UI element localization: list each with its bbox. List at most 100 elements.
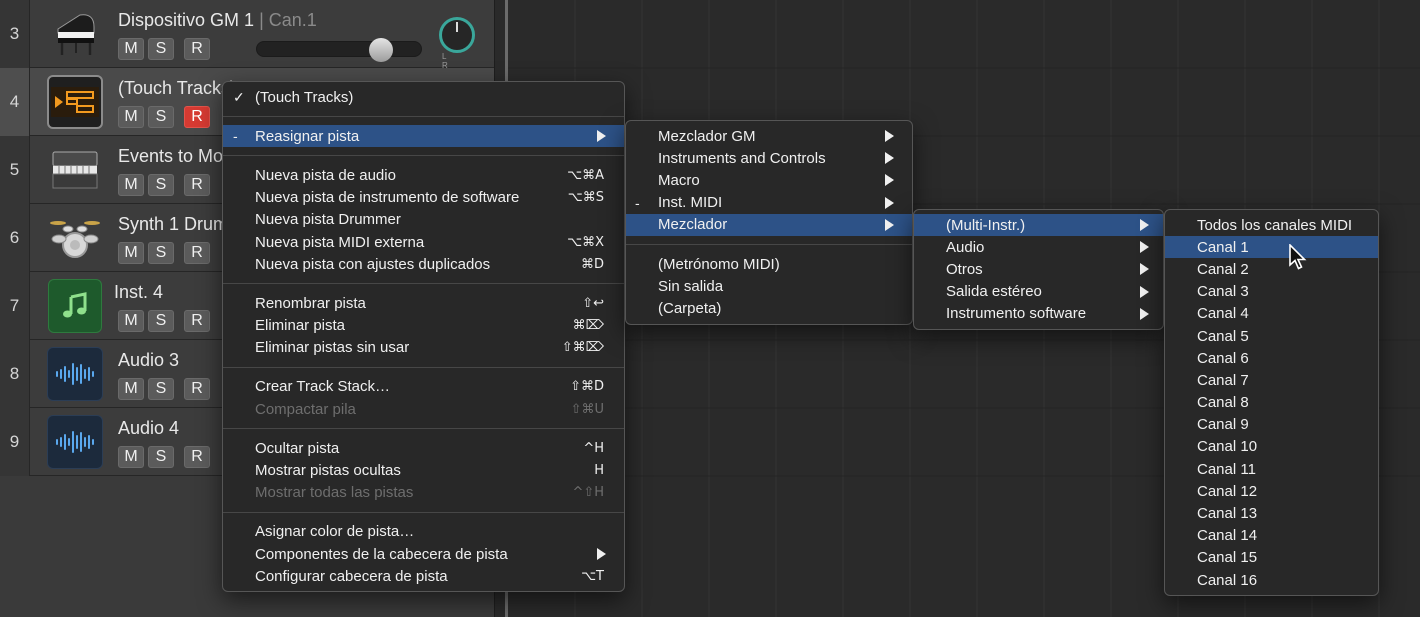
grand-piano-icon [47, 7, 103, 61]
track-name[interactable]: Audio 3 [118, 350, 179, 371]
keyboard-shortcut: ⇧⌘U [570, 401, 604, 417]
context-menu-item[interactable]: Renombrar pista ⇧↩ [223, 292, 624, 314]
reassign-menu-item[interactable]: - Inst. MIDI [626, 192, 912, 214]
context-menu-item[interactable]: Nueva pista MIDI externa ⌥⌘X [223, 231, 624, 253]
solo-button[interactable]: S [148, 38, 174, 60]
channel-menu-item[interactable]: Canal 15 [1165, 547, 1378, 569]
track-number: 8 [0, 340, 30, 408]
track-name[interactable]: Audio 4 [118, 418, 179, 439]
channel-menu-item[interactable]: Canal 12 [1165, 480, 1378, 502]
solo-button[interactable]: S [148, 174, 174, 196]
reassign-track-submenu: Mezclador GM Instruments and Controls Macr… [625, 120, 913, 325]
menu-item-label: Canal 16 [1197, 571, 1258, 589]
solo-button[interactable]: S [148, 446, 174, 468]
channel-menu-item[interactable]: Canal 5 [1165, 325, 1378, 347]
keyboard-shortcut: ⌥⌘X [567, 234, 604, 250]
reassign-menu-item[interactable]: (Metrónomo MIDI) [626, 253, 912, 275]
channel-menu-item[interactable]: Canal 8 [1165, 392, 1378, 414]
channel-menu-item[interactable]: Canal 11 [1165, 458, 1378, 480]
menu-item-label: Crear Track Stack… [255, 378, 391, 396]
touch-tracks-icon [47, 75, 103, 129]
menu-item-label: Canal 2 [1197, 260, 1249, 278]
submenu-arrow-icon [1140, 241, 1149, 254]
menu-item-label: Reasignar pista [255, 127, 360, 145]
record-enable-button[interactable]: R [184, 38, 210, 60]
solo-button[interactable]: S [148, 310, 174, 332]
menu-item-label: Nueva pista de instrumento de software [255, 189, 520, 207]
volume-fader[interactable] [256, 38, 422, 62]
track-name[interactable]: Synth 1 Drum [118, 214, 228, 235]
mute-button[interactable]: M [118, 38, 144, 60]
context-menu-item[interactable]: Eliminar pistas sin usar ⇧⌘⌦ [223, 337, 624, 359]
submenu-arrow-icon [885, 218, 894, 231]
context-menu-item[interactable]: Configurar cabecera de pista ⌥T [223, 565, 624, 587]
menu-item-label: Nueva pista con ajustes duplicados [255, 255, 491, 273]
channel-menu-item[interactable]: Canal 3 [1165, 281, 1378, 303]
record-enable-button[interactable]: R [184, 310, 210, 332]
mute-button[interactable]: M [118, 106, 144, 128]
channel-menu-item[interactable]: Canal 16 [1165, 569, 1378, 591]
channel-menu-item[interactable]: Canal 7 [1165, 369, 1378, 391]
menu-separator [223, 155, 624, 157]
channel-menu-item[interactable]: Canal 2 [1165, 258, 1378, 280]
solo-button[interactable]: S [148, 378, 174, 400]
mouse-pointer-icon [1289, 244, 1307, 270]
channel-menu-item[interactable]: Canal 1 [1165, 236, 1378, 259]
record-enable-button[interactable]: R [184, 378, 210, 400]
reassign-menu-item[interactable]: Mezclador GM [626, 125, 912, 147]
record-enable-button[interactable]: R [184, 174, 210, 196]
mute-button[interactable]: M [118, 174, 144, 196]
track-name[interactable]: Inst. 4 [114, 282, 163, 303]
context-menu-item[interactable]: Mostrar pistas ocultas H [223, 459, 624, 481]
menu-item-label: Compactar pila [255, 400, 356, 418]
mixer-menu-item[interactable]: Instrumento software [914, 303, 1163, 325]
context-menu-item[interactable]: Componentes de la cabecera de pista [223, 543, 624, 565]
context-menu-item[interactable]: ✓ (Touch Tracks) [223, 86, 624, 108]
keyboard-shortcut: ⌘D [580, 256, 604, 272]
pan-knob[interactable] [439, 17, 475, 53]
context-menu-item[interactable]: Eliminar pista ⌘⌦ [223, 315, 624, 337]
context-menu-item[interactable]: - Reasignar pista [223, 125, 624, 148]
channel-menu-item[interactable]: Canal 9 [1165, 414, 1378, 436]
keyboard-shortcut: ^⇧H [572, 485, 604, 501]
reassign-menu-item[interactable]: (Carpeta) [626, 297, 912, 319]
reassign-menu-item[interactable]: Instruments and Controls [626, 147, 912, 169]
channel-menu-item[interactable]: Canal 6 [1165, 347, 1378, 369]
context-menu-item[interactable]: Crear Track Stack… ⇧⌘D [223, 376, 624, 398]
record-enable-button[interactable]: R [184, 106, 210, 128]
solo-button[interactable]: S [148, 242, 174, 264]
record-enable-button[interactable]: R [184, 242, 210, 264]
context-menu-item[interactable]: Nueva pista de instrumento de software ⌥⌘… [223, 187, 624, 209]
context-menu-item[interactable]: Nueva pista de audio ⌥⌘A [223, 164, 624, 186]
track-name[interactable]: Dispositivo GM 1 | Can.1 [118, 10, 317, 31]
reassign-menu-item[interactable]: Sin salida [626, 275, 912, 297]
channel-menu-item[interactable]: Canal 13 [1165, 502, 1378, 524]
channel-menu-item[interactable]: Canal 14 [1165, 525, 1378, 547]
mixer-menu-item[interactable]: Otros [914, 258, 1163, 280]
mute-button[interactable]: M [118, 310, 144, 332]
menu-item-label: Inst. MIDI [658, 194, 723, 212]
record-enable-button[interactable]: R [184, 446, 210, 468]
reassign-menu-item[interactable]: Mezclador [626, 213, 912, 236]
menu-item-label: Renombrar pista [255, 294, 366, 312]
mute-button[interactable]: M [118, 378, 144, 400]
mute-button[interactable]: M [118, 446, 144, 468]
keyboard-shortcut: H [594, 463, 604, 479]
solo-button[interactable]: S [148, 106, 174, 128]
track-name[interactable]: (Touch Tracks) [118, 78, 236, 99]
context-menu-item[interactable]: Ocultar pista ^H [223, 437, 624, 459]
channel-menu-item[interactable]: Canal 10 [1165, 436, 1378, 458]
reassign-menu-item[interactable]: Macro [626, 169, 912, 191]
channel-menu-item[interactable]: Todos los canales MIDI [1165, 214, 1378, 236]
mixer-menu-item[interactable]: Audio [914, 236, 1163, 258]
context-menu-item[interactable]: Nueva pista con ajustes duplicados ⌘D [223, 253, 624, 275]
mixer-menu-item[interactable]: (Multi-Instr.) [914, 214, 1163, 237]
channel-menu-item[interactable]: Canal 4 [1165, 303, 1378, 325]
track-row[interactable]: 3 Dispositivo GM 1 | Can.1 M S R L R [0, 0, 494, 70]
mute-button[interactable]: M [118, 242, 144, 264]
mixer-menu-item[interactable]: Salida estéreo [914, 281, 1163, 303]
context-menu-item[interactable]: Asignar color de pista… [223, 521, 624, 543]
fader-handle[interactable] [369, 38, 393, 62]
track-name[interactable]: Events to Mo [118, 146, 223, 167]
context-menu-item[interactable]: Nueva pista Drummer [223, 209, 624, 231]
